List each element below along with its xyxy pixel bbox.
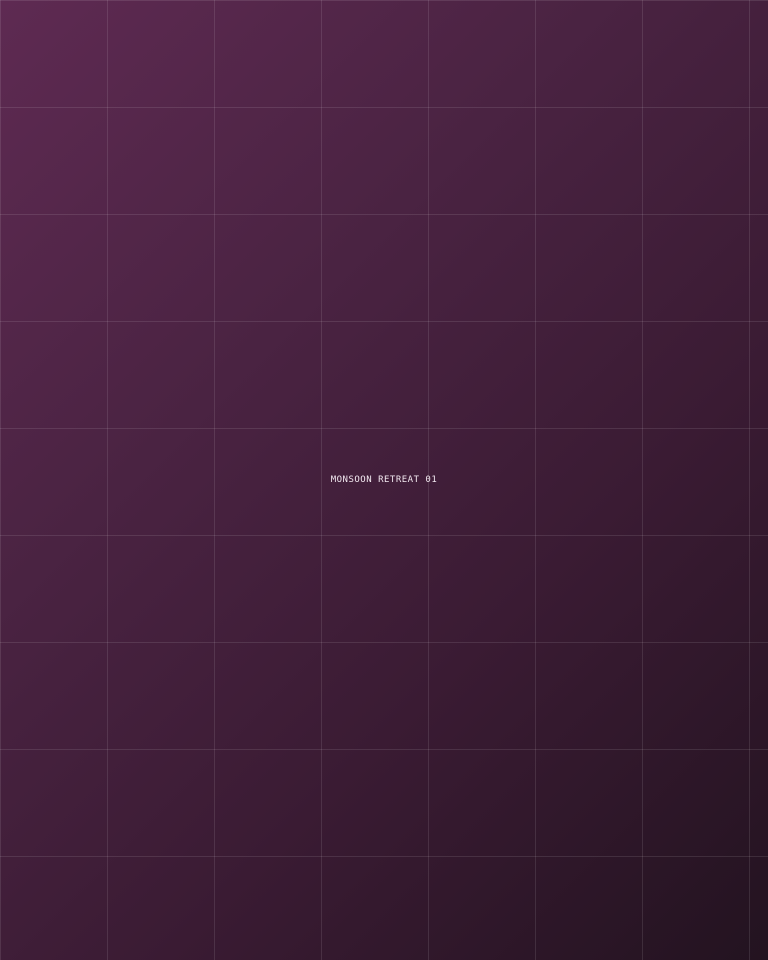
center-caption: MONSOON RETREAT 01 — [330, 475, 438, 485]
